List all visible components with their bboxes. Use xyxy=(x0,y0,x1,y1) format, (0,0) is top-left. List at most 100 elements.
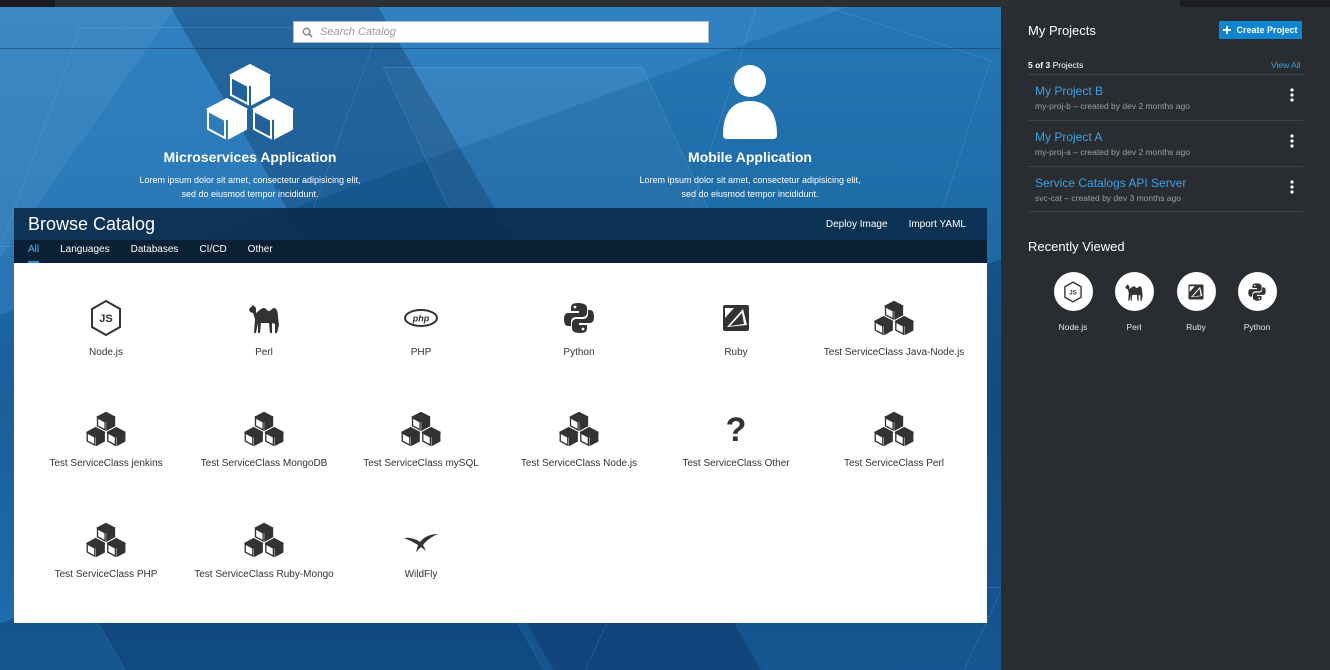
recent-item-label: Node.js xyxy=(1058,322,1088,332)
plus-icon xyxy=(1223,26,1232,34)
kebab-menu-icon[interactable] xyxy=(1287,88,1297,102)
project-name-link[interactable]: My Project B xyxy=(1035,84,1303,98)
catalog-item-label: WildFly xyxy=(404,569,438,580)
tile-description-line: sed do eiusmod tempor incididunt. xyxy=(681,189,819,199)
catalog-item-label: Test ServiceClass MongoDB xyxy=(200,458,328,469)
recent-item-python[interactable]: Python xyxy=(1227,272,1287,332)
cubes-icon xyxy=(243,522,285,558)
catalog-item-mysql[interactable]: Test ServiceClass mySQL xyxy=(342,410,500,469)
catalog-item-ruby[interactable]: Ruby xyxy=(657,299,815,358)
project-item: My Project A my-proj-a – created by dev … xyxy=(1028,120,1303,166)
catalog-item-nodejs[interactable]: JS Node.js xyxy=(27,299,185,358)
top-bar-right xyxy=(1180,0,1330,7)
catalog-item-java-nodejs[interactable]: Test ServiceClass Java-Node.js xyxy=(815,299,973,358)
catalog-item-test-nodejs[interactable]: Test ServiceClass Node.js xyxy=(500,410,658,469)
catalog-item-wildfly[interactable]: WildFly xyxy=(342,521,500,580)
cubes-icon xyxy=(243,411,285,447)
recent-item-ruby[interactable]: Ruby xyxy=(1166,272,1226,332)
catalog-item-test-php[interactable]: Test ServiceClass PHP xyxy=(27,521,185,580)
tab-languages[interactable]: Languages xyxy=(60,244,110,263)
svg-text:JS: JS xyxy=(1069,289,1077,296)
tab-all[interactable]: All xyxy=(28,244,40,263)
python-icon xyxy=(1248,282,1266,301)
project-meta: my-proj-a – created by dev 2 months ago xyxy=(1035,147,1190,157)
catalog-item-mongodb[interactable]: Test ServiceClass MongoDB xyxy=(185,410,343,469)
project-meta: my-proj-b – created by dev 2 months ago xyxy=(1035,101,1190,111)
search-bar[interactable] xyxy=(293,21,709,43)
browse-catalog: Browse Catalog Deploy Image Import YAML … xyxy=(14,208,987,623)
ruby-icon xyxy=(1188,283,1204,300)
view-all-link[interactable]: View All xyxy=(1271,60,1301,70)
question-icon: ? xyxy=(726,411,747,448)
catalog-item-label: Python xyxy=(563,347,595,358)
user-icon xyxy=(723,65,777,139)
project-meta: svc-cat – created by dev 3 months ago xyxy=(1035,193,1181,203)
project-count-suffix: Projects xyxy=(1050,60,1084,70)
perl-camel-icon xyxy=(1125,283,1143,301)
divider xyxy=(0,48,1001,49)
tile-description-line: Lorem ipsum dolor sit amet, consectetur … xyxy=(139,175,361,185)
tile-title: Microservices Application xyxy=(163,149,337,165)
catalog-item-test-perl[interactable]: Test ServiceClass Perl xyxy=(815,410,973,469)
cubes-icon xyxy=(400,411,442,447)
catalog-item-other[interactable]: ? Test ServiceClass Other xyxy=(657,410,815,469)
recent-icon-circle xyxy=(1176,272,1216,311)
recent-item-perl[interactable]: Perl xyxy=(1104,272,1164,332)
recent-icon-circle: JS xyxy=(1053,272,1093,311)
search-input[interactable] xyxy=(320,26,700,38)
cubes-icon xyxy=(85,411,127,447)
tile-description: Lorem ipsum dolor sit amet, consectetur … xyxy=(630,173,870,201)
top-bar xyxy=(0,0,1330,7)
svg-text:php: php xyxy=(412,314,430,324)
tab-ci-cd[interactable]: CI/CD xyxy=(199,244,226,263)
catalog-item-php[interactable]: php PHP xyxy=(342,299,500,358)
catalog-item-ruby-mongo[interactable]: Test ServiceClass Ruby-Mongo xyxy=(185,521,343,580)
project-name-link[interactable]: My Project A xyxy=(1035,130,1303,144)
perl-camel-icon xyxy=(249,305,279,333)
tab-other[interactable]: Other xyxy=(248,244,273,263)
cubes-icon xyxy=(558,411,600,447)
tile-description-line: Lorem ipsum dolor sit amet, consectetur … xyxy=(639,175,861,185)
nodejs-icon: JS xyxy=(1064,280,1082,303)
catalog-item-label: Perl xyxy=(255,347,273,358)
mobile-tile[interactable]: Mobile Application Lorem ipsum dolor sit… xyxy=(630,63,870,201)
catalog-tabs: All Languages Databases CI/CD Other xyxy=(14,240,987,263)
cubes-icon xyxy=(85,522,127,558)
catalog-item-label: Node.js xyxy=(89,347,123,358)
catalog-item-perl[interactable]: Perl xyxy=(185,299,343,358)
project-name-link[interactable]: Service Catalogs API Server xyxy=(1035,176,1303,190)
tile-title: Mobile Application xyxy=(688,149,812,165)
catalog-header: Browse Catalog Deploy Image Import YAML xyxy=(14,208,987,240)
recent-item-nodejs[interactable]: JS Node.js xyxy=(1043,272,1103,332)
project-item: Service Catalogs API Server svc-cat – cr… xyxy=(1028,166,1303,212)
recent-item-label: Perl xyxy=(1126,322,1142,332)
project-count-bold: 5 of 3 xyxy=(1028,60,1051,70)
my-projects-title: My Projects xyxy=(1028,23,1096,38)
catalog-item-jenkins[interactable]: Test ServiceClass jenkins xyxy=(27,410,185,469)
catalog-item-label: Test ServiceClass PHP xyxy=(54,569,158,580)
tab-databases[interactable]: Databases xyxy=(131,244,179,263)
import-yaml-link[interactable]: Import YAML xyxy=(909,219,966,230)
svg-text:JS: JS xyxy=(99,313,112,325)
microservices-tile[interactable]: Microservices Application Lorem ipsum do… xyxy=(130,63,370,201)
create-project-button[interactable]: Create Project xyxy=(1219,21,1302,39)
catalog-item-label: Test ServiceClass mySQL xyxy=(363,458,479,469)
recent-item-label: Python xyxy=(1243,322,1271,332)
catalog-item-label: Test ServiceClass jenkins xyxy=(49,458,163,469)
top-bar-left xyxy=(0,0,55,7)
deploy-image-link[interactable]: Deploy Image xyxy=(826,219,888,230)
catalog-grid: JS Node.js Perl php PHP Python Ruby Test… xyxy=(14,263,987,623)
kebab-menu-icon[interactable] xyxy=(1287,134,1297,148)
create-project-label: Create Project xyxy=(1236,25,1298,35)
cubes-icon xyxy=(873,411,915,447)
nodejs-icon: JS xyxy=(91,299,121,337)
catalog-item-label: Test ServiceClass Java-Node.js xyxy=(823,347,965,358)
cubes-icon xyxy=(205,63,295,140)
catalog-item-label: Test ServiceClass Perl xyxy=(843,458,945,469)
recent-icon-circle xyxy=(1114,272,1154,311)
php-icon: php xyxy=(404,309,438,327)
project-item: My Project B my-proj-b – created by dev … xyxy=(1028,74,1303,120)
catalog-item-python[interactable]: Python xyxy=(500,299,658,358)
catalog-item-label: Test ServiceClass Node.js xyxy=(520,458,638,469)
kebab-menu-icon[interactable] xyxy=(1287,180,1297,194)
